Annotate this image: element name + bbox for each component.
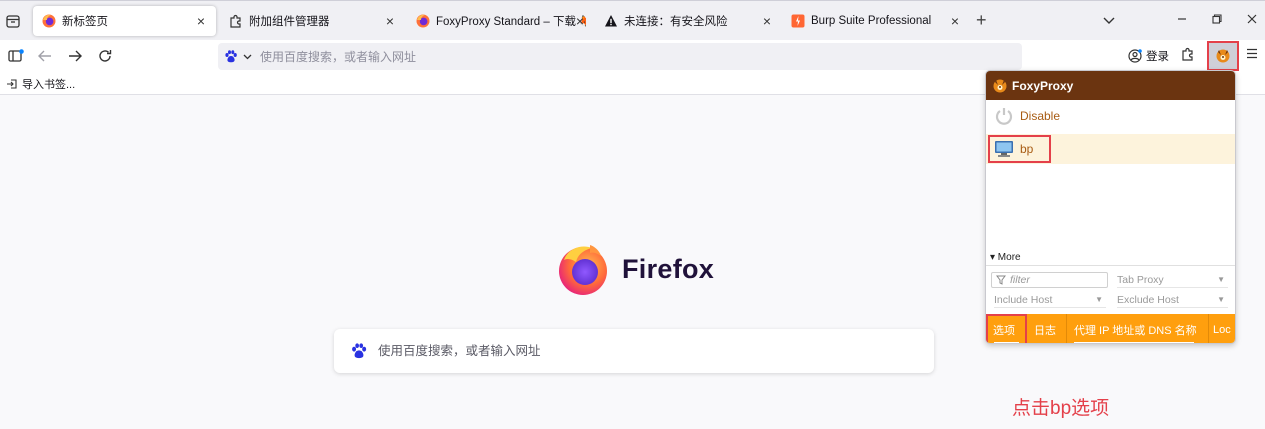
- address-input[interactable]: [260, 47, 1000, 66]
- tab-list-icon: [6, 14, 20, 28]
- search-engine-button[interactable]: [224, 49, 254, 64]
- tab-list-button[interactable]: [0, 7, 26, 35]
- proxy-option-bp[interactable]: bp: [986, 134, 1235, 164]
- tab-proxy-address[interactable]: 代理 IP 地址或 DNS 名称: [1067, 314, 1209, 343]
- foxyproxy-icon: [993, 79, 1007, 92]
- newtab-search-box[interactable]: [334, 329, 934, 373]
- filter-field[interactable]: [991, 272, 1108, 288]
- tab-title: 新标签页: [62, 16, 108, 28]
- filter-icon: [996, 275, 1006, 285]
- tab-proxy-label: Tab Proxy: [1117, 273, 1164, 286]
- reload-icon: [99, 50, 112, 62]
- tab-burp-suite[interactable]: Burp Suite Professional ×: [782, 6, 970, 36]
- baidu-paw-icon: [352, 343, 367, 359]
- divider: [986, 265, 1235, 266]
- back-button[interactable]: [35, 46, 55, 66]
- reload-button[interactable]: [95, 46, 115, 66]
- minimize-button[interactable]: [1177, 12, 1187, 27]
- account-login-button[interactable]: 登录: [1122, 44, 1175, 68]
- tab-foxyproxy-download[interactable]: FoxyProxy Standard – 下载 🦊 ×: [407, 6, 595, 36]
- list-all-tabs-button[interactable]: [1103, 13, 1115, 28]
- forward-button[interactable]: [65, 46, 85, 66]
- close-icon[interactable]: ×: [573, 14, 587, 28]
- tab-underline: [1074, 342, 1194, 343]
- close-icon[interactable]: ×: [760, 14, 774, 28]
- annotation-caption: 点击bp选项: [1012, 398, 1110, 419]
- app-menu-button[interactable]: [1246, 48, 1260, 62]
- proxy-option-disable[interactable]: Disable: [986, 101, 1235, 131]
- foxyproxy-title: FoxyProxy: [1012, 78, 1074, 93]
- chevron-down-icon: ▼: [1095, 295, 1103, 304]
- firefox-logo-icon: [559, 245, 607, 295]
- annotation-highlight-bp: [988, 135, 1051, 163]
- foxyproxy-header: FoxyProxy: [986, 71, 1235, 100]
- restore-button[interactable]: [1212, 12, 1222, 27]
- account-icon: [1128, 49, 1142, 63]
- window-close-button[interactable]: [1247, 12, 1257, 27]
- import-icon: [7, 79, 17, 89]
- close-icon: [1247, 14, 1257, 24]
- more-toggle[interactable]: ▾ More: [990, 252, 1021, 263]
- tab-log[interactable]: 日志: [1027, 314, 1067, 343]
- exclude-host-select[interactable]: Exclude Host ▼: [1117, 292, 1228, 308]
- tab-title: Burp Suite Professional: [811, 15, 932, 27]
- firefox-icon: [42, 14, 56, 28]
- tab-proxy-select[interactable]: Tab Proxy ▼: [1117, 272, 1228, 288]
- puzzle-icon: [1182, 47, 1193, 61]
- sidebar-icon: [8, 49, 24, 62]
- login-label: 登录: [1146, 51, 1169, 63]
- forward-arrow-icon: [69, 50, 82, 62]
- extensions-button[interactable]: [1180, 46, 1200, 66]
- puzzle-icon: [230, 14, 241, 28]
- foxyproxy-icon: [1216, 49, 1230, 63]
- include-host-label: Include Host: [994, 293, 1053, 306]
- new-tab-button[interactable]: +: [976, 11, 987, 29]
- close-icon[interactable]: ×: [194, 14, 208, 28]
- firefox-wordmark: Firefox: [622, 254, 715, 284]
- import-bookmarks-button[interactable]: 导入书签...: [6, 76, 75, 92]
- tab-title: 附加组件管理器: [249, 16, 330, 28]
- tab-new-tab[interactable]: 新标签页 ×: [33, 6, 216, 36]
- proxy-option-label: Disable: [1020, 109, 1061, 123]
- restore-icon: [1212, 14, 1222, 24]
- foxyproxy-popup: FoxyProxy Disable bp ▾ More Tab Proxy ▼ …: [985, 70, 1236, 344]
- chevron-down-icon: ▼: [1217, 275, 1225, 284]
- chevron-down-icon: [1103, 17, 1115, 24]
- minimize-icon: [1178, 18, 1186, 20]
- sidebar-button[interactable]: [6, 46, 26, 66]
- foxyproxy-toolbar-button[interactable]: [1207, 41, 1239, 71]
- chevron-down-icon: [243, 54, 252, 59]
- navigation-toolbar: 登录: [0, 40, 1265, 72]
- annotation-highlight-options: [986, 314, 1027, 343]
- firefox-icon: [416, 14, 430, 28]
- power-icon: [995, 108, 1013, 125]
- import-bookmarks-label: 导入书签...: [22, 79, 76, 91]
- close-icon[interactable]: ×: [383, 14, 397, 28]
- hamburger-menu-icon: [1247, 48, 1257, 59]
- close-icon[interactable]: ×: [948, 14, 962, 28]
- include-host-select[interactable]: Include Host ▼: [994, 292, 1106, 308]
- warning-icon: [605, 15, 617, 27]
- newtab-search-input[interactable]: [378, 341, 918, 361]
- back-arrow-icon: [38, 50, 51, 62]
- address-bar[interactable]: [218, 43, 1022, 70]
- tab-strip: 新标签页 × 附加组件管理器 × FoxyProxy Standard – 下载…: [0, 0, 1265, 40]
- tab-insecure-connection[interactable]: 未连接：有安全风险 ×: [595, 6, 782, 36]
- filter-input[interactable]: [1010, 274, 1106, 286]
- tab-location[interactable]: Loc: [1209, 314, 1235, 343]
- tab-title: FoxyProxy Standard – 下载 🦊: [436, 16, 586, 28]
- tab-addons-manager[interactable]: 附加组件管理器 ×: [220, 6, 405, 36]
- burp-icon: [791, 14, 805, 28]
- chevron-down-icon: ▼: [1217, 295, 1225, 304]
- baidu-paw-icon: [225, 50, 237, 63]
- exclude-host-label: Exclude Host: [1117, 293, 1179, 306]
- tab-title: 未连接：有安全风险: [624, 16, 728, 28]
